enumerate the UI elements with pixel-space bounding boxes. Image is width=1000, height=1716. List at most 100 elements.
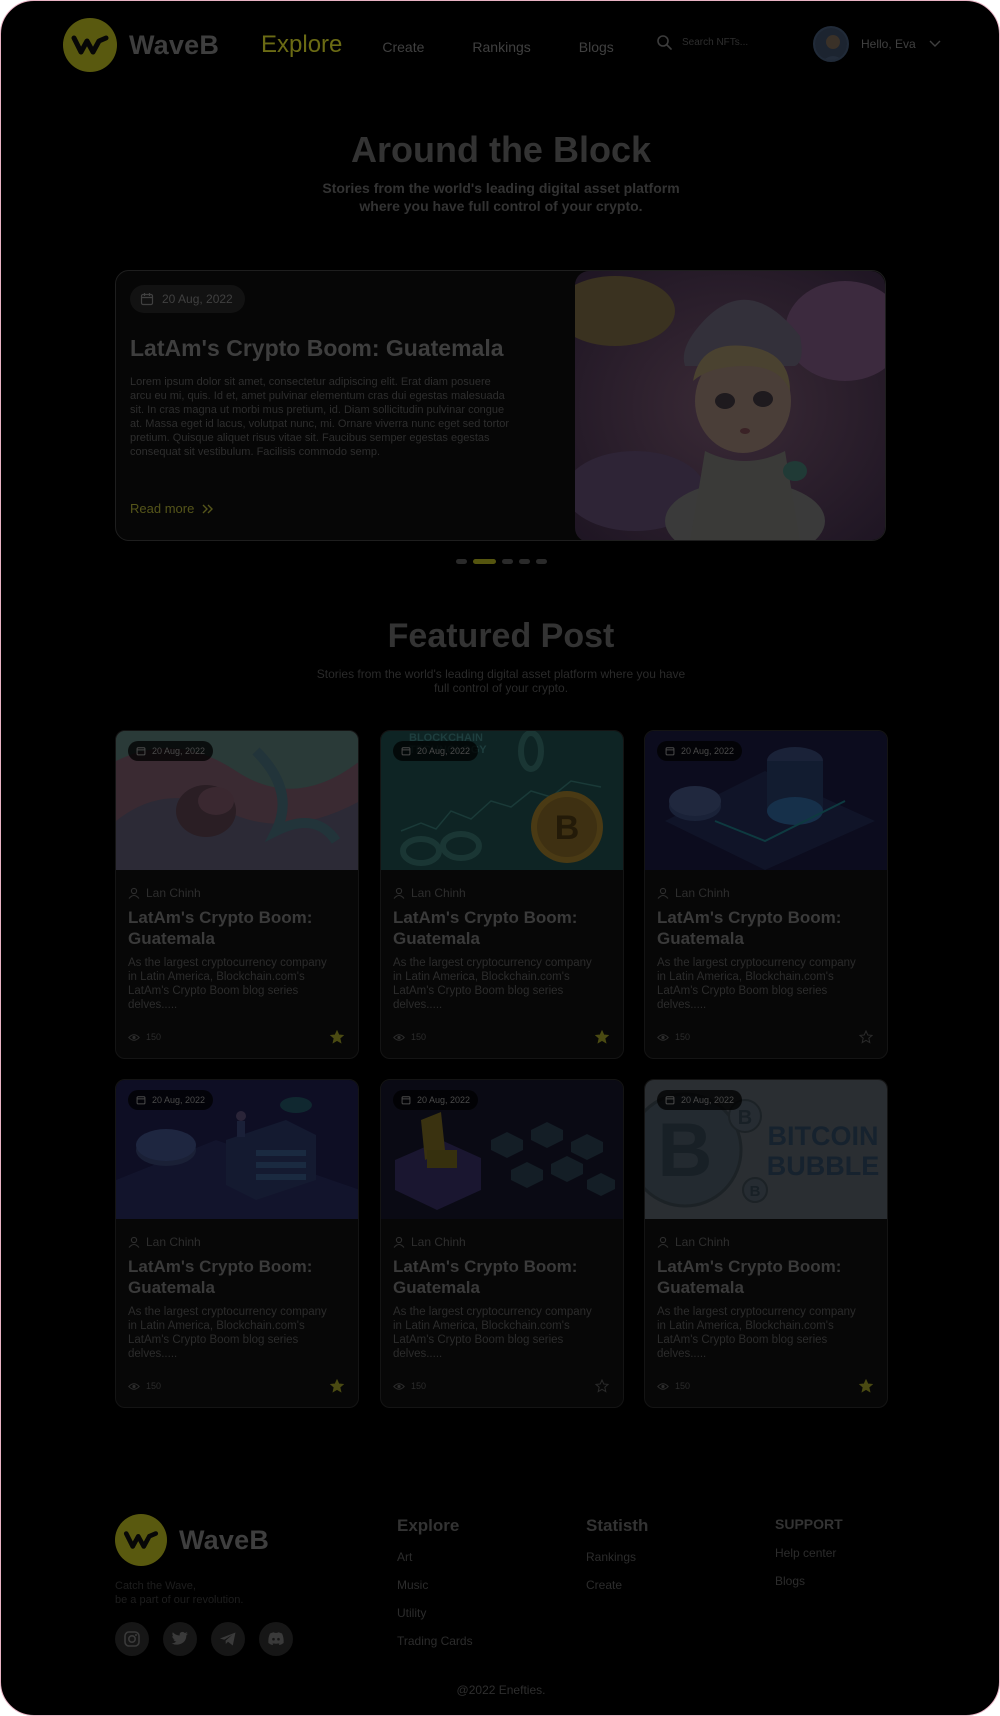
post-view-count: 150 xyxy=(146,1032,162,1042)
featured-subtitle: Stories from the world's leading digital… xyxy=(316,667,686,695)
carousel-dot[interactable] xyxy=(456,559,467,564)
star-icon[interactable] xyxy=(594,1029,610,1049)
post-view-count: 150 xyxy=(411,1032,427,1042)
star-icon[interactable] xyxy=(858,1029,874,1049)
post-author: Lan Chinh xyxy=(393,1235,466,1249)
search-icon[interactable] xyxy=(656,34,672,50)
hero-subtitle: Stories from the world's leading digital… xyxy=(322,180,680,214)
post-date-badge: 20 Aug, 2022 xyxy=(657,741,743,761)
svg-text:BUBBLE: BUBBLE xyxy=(767,1151,880,1181)
post-card[interactable]: BLOCKCHAINTECHNOLOGYB20 Aug, 2022Lan Chi… xyxy=(380,730,624,1059)
featured-slide: 20 Aug, 2022 LatAm's Crypto Boom: Guatem… xyxy=(115,270,886,541)
post-view-count: 150 xyxy=(146,1381,162,1391)
twitter-icon[interactable] xyxy=(163,1622,197,1656)
read-more-label: Read more xyxy=(130,501,195,516)
footer-link-trading-cards[interactable]: Trading Cards xyxy=(397,1634,473,1648)
footer-link-blogs[interactable]: Blogs xyxy=(775,1574,843,1588)
post-date-badge: 20 Aug, 2022 xyxy=(657,1090,743,1110)
post-title[interactable]: LatAm's Crypto Boom: Guatemala xyxy=(393,1256,613,1298)
avatar[interactable] xyxy=(813,26,849,62)
carousel-dot[interactable] xyxy=(502,559,513,564)
post-author: Lan Chinh xyxy=(128,886,201,900)
post-author-name: Lan Chinh xyxy=(411,1235,466,1249)
user-icon xyxy=(128,1236,140,1248)
user-greeting: Hello, Eva xyxy=(861,37,916,51)
post-excerpt: As the largest cryptocurrency company in… xyxy=(393,957,592,1011)
carousel-dot[interactable] xyxy=(473,559,496,564)
star-icon[interactable] xyxy=(858,1378,874,1398)
footer-col-title: Statisth xyxy=(586,1516,649,1535)
post-title[interactable]: LatAm's Crypto Boom: Guatemala xyxy=(657,1256,877,1298)
post-views: 150 xyxy=(128,1032,161,1042)
slide-body: Lorem ipsum dolor sit amet, consectetur … xyxy=(130,376,510,458)
footer-link-create[interactable]: Create xyxy=(586,1578,648,1592)
star-icon[interactable] xyxy=(594,1378,610,1398)
app-frame: WaveB Explore Create Rankings Blogs Hell… xyxy=(0,0,1000,1716)
eye-icon xyxy=(393,1382,405,1390)
search-input[interactable] xyxy=(682,36,782,48)
post-date: 20 Aug, 2022 xyxy=(152,746,206,756)
footer-link-art[interactable]: Art xyxy=(397,1550,473,1564)
footer-logo[interactable]: WaveB xyxy=(115,1514,269,1566)
svg-text:B: B xyxy=(555,809,580,847)
post-author-name: Lan Chinh xyxy=(675,1235,730,1249)
svg-text:B: B xyxy=(658,1108,713,1193)
chevron-down-icon[interactable] xyxy=(928,39,942,49)
carousel-dot[interactable] xyxy=(536,559,547,564)
calendar-icon xyxy=(665,1096,675,1105)
calendar-icon xyxy=(401,747,411,756)
nav-blogs[interactable]: Blogs xyxy=(579,39,614,55)
post-date: 20 Aug, 2022 xyxy=(681,746,735,756)
post-author: Lan Chinh xyxy=(657,1235,730,1249)
read-more-link[interactable]: Read more xyxy=(130,501,214,516)
post-view-count: 150 xyxy=(675,1381,691,1391)
discord-icon[interactable] xyxy=(259,1622,293,1656)
footer-col-title: Explore xyxy=(397,1516,460,1535)
post-title[interactable]: LatAm's Crypto Boom: Guatemala xyxy=(393,907,613,949)
post-view-count: 150 xyxy=(411,1381,427,1391)
svg-text:B: B xyxy=(738,1107,752,1129)
post-excerpt: As the largest cryptocurrency company in… xyxy=(657,957,856,1011)
post-card[interactable]: 20 Aug, 2022 Lan Chinh LatAm's Crypto Boom… xyxy=(115,730,359,1059)
post-title[interactable]: LatAm's Crypto Boom: Guatemala xyxy=(657,907,877,949)
post-title[interactable]: LatAm's Crypto Boom: Guatemala xyxy=(128,907,348,949)
user-menu[interactable]: Hello, Eva xyxy=(813,26,942,62)
post-date-badge: 20 Aug, 2022 xyxy=(128,1090,214,1110)
footer-link-utility[interactable]: Utility xyxy=(397,1606,473,1620)
brand-logo[interactable]: WaveB xyxy=(63,18,219,72)
eye-icon xyxy=(128,1382,140,1390)
post-date-badge: 20 Aug, 2022 xyxy=(393,741,479,761)
footer-link-help-center[interactable]: Help center xyxy=(775,1546,843,1560)
star-icon[interactable] xyxy=(329,1029,345,1049)
footer-col-statisth: Statisth Rankings Create xyxy=(586,1516,648,1606)
search-bar xyxy=(656,34,782,50)
post-card[interactable]: 20 Aug, 2022 Lan Chinh LatAm's Crypto Boom… xyxy=(380,1079,624,1408)
nav-create[interactable]: Create xyxy=(382,39,424,55)
post-excerpt: As the largest cryptocurrency company in… xyxy=(657,1306,856,1360)
nav-rankings[interactable]: Rankings xyxy=(472,39,530,55)
telegram-icon[interactable] xyxy=(211,1622,245,1656)
wave-logo-icon xyxy=(115,1514,167,1566)
carousel-dot[interactable] xyxy=(519,559,530,564)
footer-link-rankings[interactable]: Rankings xyxy=(586,1550,648,1564)
nav-explore[interactable]: Explore xyxy=(261,31,342,59)
post-author: Lan Chinh xyxy=(128,1235,201,1249)
post-card[interactable]: B B B BITCOIN BUBBLE 20 Aug, 2022 Lan Chinh Lat… xyxy=(644,1079,888,1408)
star-icon[interactable] xyxy=(329,1378,345,1398)
main-nav: Explore Create Rankings Blogs xyxy=(261,31,662,59)
instagram-icon[interactable] xyxy=(115,1622,149,1656)
calendar-icon xyxy=(136,1096,146,1105)
eye-icon xyxy=(657,1033,669,1041)
eye-icon xyxy=(657,1382,669,1390)
post-views: 150 xyxy=(128,1381,161,1391)
footer-link-music[interactable]: Music xyxy=(397,1578,473,1592)
post-title[interactable]: LatAm's Crypto Boom: Guatemala xyxy=(128,1256,348,1298)
post-card[interactable]: 20 Aug, 2022 Lan Chinh LatAm's Crypto Boom… xyxy=(115,1079,359,1408)
post-date: 20 Aug, 2022 xyxy=(681,1095,735,1105)
post-date: 20 Aug, 2022 xyxy=(152,1095,206,1105)
post-views: 150 xyxy=(393,1381,426,1391)
post-card[interactable]: 20 Aug, 2022 Lan Chinh LatAm's Crypto Boom… xyxy=(644,730,888,1059)
calendar-icon xyxy=(136,747,146,756)
slide-date: 20 Aug, 2022 xyxy=(162,292,233,306)
post-excerpt: As the largest cryptocurrency company in… xyxy=(393,1306,592,1360)
